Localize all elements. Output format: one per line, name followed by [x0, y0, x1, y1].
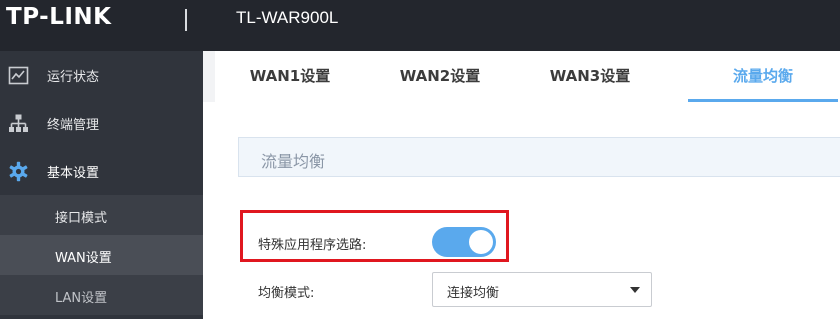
- brand-logo: TP-LINK: [6, 4, 112, 30]
- special-routing-label: 特殊应用程序选路:: [258, 238, 367, 253]
- tab-list: WAN1设置 WAN2设置 WAN3设置 流量均衡: [215, 51, 840, 102]
- main-content: WAN1设置 WAN2设置 WAN3设置 流量均衡 流量均衡 特殊应用程序选路:…: [203, 51, 840, 319]
- sidebar-subitem-label: WAN设置: [55, 251, 112, 266]
- balance-mode-label: 均衡模式:: [258, 286, 315, 301]
- balance-mode-value: 连接均衡: [447, 286, 500, 301]
- sidebar-item-terminal[interactable]: 终端管理: [0, 99, 203, 147]
- sidebar-subitem-lan-settings[interactable]: LAN设置: [0, 275, 203, 315]
- sidebar-item-label: 运行状态: [47, 70, 100, 85]
- tab-load-balance[interactable]: 流量均衡: [688, 51, 838, 102]
- sidebar-item-basic-settings[interactable]: 基本设置: [0, 147, 203, 195]
- sidebar-subitem-wan-settings[interactable]: WAN设置: [0, 235, 203, 275]
- sidebar-item-label: 终端管理: [47, 118, 100, 133]
- special-routing-toggle[interactable]: [432, 227, 496, 257]
- tab-wan3[interactable]: WAN3设置: [515, 51, 665, 102]
- tab-bar: WAN1设置 WAN2设置 WAN3设置 流量均衡: [203, 51, 840, 102]
- chevron-down-icon: [630, 287, 640, 293]
- top-bar: TP-LINK TL-WAR900L: [0, 0, 840, 51]
- tab-wan1[interactable]: WAN1设置: [215, 51, 365, 102]
- sidebar-item-status[interactable]: 运行状态: [0, 51, 203, 99]
- sidebar-subitem-interface-mode[interactable]: 接口模式: [0, 195, 203, 235]
- header-divider: [185, 9, 187, 31]
- section-title: 流量均衡: [261, 152, 326, 171]
- sidebar-subitem-label: LAN设置: [55, 291, 108, 306]
- sidebar: 运行状态 终端管理 基本设置 接口模式 WAN设置 LAN设置: [0, 51, 203, 319]
- tab-wan2[interactable]: WAN2设置: [365, 51, 515, 102]
- balance-mode-select[interactable]: 连接均衡: [432, 272, 652, 307]
- toggle-knob: [469, 230, 493, 254]
- gear-icon: [9, 161, 28, 182]
- sidebar-subitem-label: 接口模式: [55, 211, 108, 226]
- sidebar-item-label: 基本设置: [47, 166, 100, 181]
- device-model: TL-WAR900L: [236, 8, 339, 27]
- status-chart-icon: [8, 66, 29, 85]
- section-header: 流量均衡: [238, 137, 840, 177]
- network-topology-icon: [9, 114, 28, 132]
